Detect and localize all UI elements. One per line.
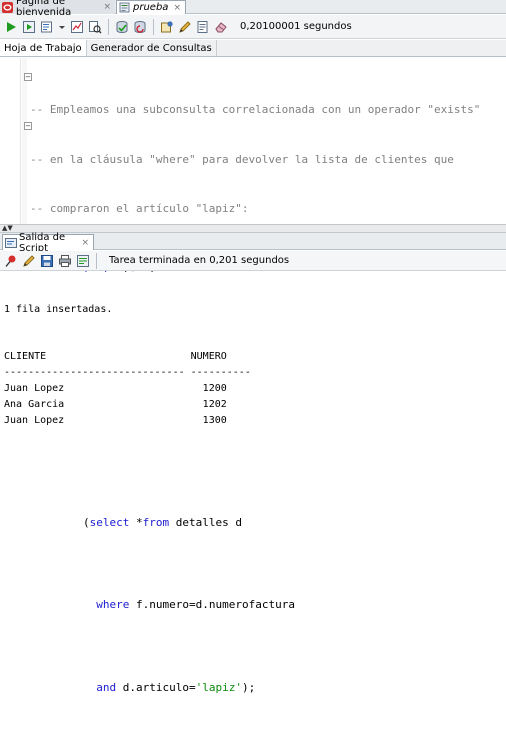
close-icon[interactable]: × [103,2,111,12]
output-toolbar: Tarea terminada en 0,201 segundos [0,251,506,271]
script-output-area[interactable]: 1 fila insertadas. CLIENTE NUMERO ------… [0,272,506,452]
execution-time-label: 0,20100001 segundos [240,21,352,32]
tab-script-output[interactable]: Salida de Script × [2,232,94,254]
output-line: 1 fila insertadas. [4,304,113,315]
autotrace-icon[interactable] [70,20,84,34]
tab-prueba-label: prueba [133,2,169,13]
sql-editor[interactable]: − − -- Empleamos una subconsulta correla… [0,58,506,694]
code-token-text: d.articulo= [116,680,196,694]
rollback-icon[interactable] [133,20,147,34]
editor-gutter [0,58,21,224]
output-line: ------------------------------ ---------… [4,367,251,378]
toolbar-separator [108,18,109,35]
pin-icon[interactable] [4,254,18,268]
print-icon[interactable] [58,254,72,268]
tab-hoja-de-trabajo[interactable]: Hoja de Trabajo [0,40,87,56]
output-tab-bar: Salida de Script × [0,232,506,254]
task-status-label: Tarea terminada en 0,201 segundos [109,255,290,266]
explain-plan-icon[interactable] [40,20,54,34]
toolbar-separator [96,252,97,269]
output-line: Juan Lopez 1200 [4,383,227,394]
tab-prueba[interactable]: prueba × [116,0,186,14]
code-line-and: and d.articulo='lapiz'); [96,680,256,694]
script-output-icon [5,237,17,249]
clear-eraser-icon[interactable] [214,20,228,34]
code-line-comment: -- Empleamos una subconsulta correlacion… [30,103,481,116]
code-token-text: detalles d [169,515,242,529]
edit-pencil-icon[interactable] [178,20,192,34]
output-line: CLIENTE NUMERO [4,351,227,362]
run-script-icon[interactable] [22,20,36,34]
code-line-subwhere: where f.numero=d.numerofactura [30,581,480,631]
editor-tab-bar: Página de bienvenida × prueba × [0,0,506,18]
code-token-text: f.numero=d.numerofactura [129,598,295,611]
edit-pencil-icon[interactable] [22,254,36,268]
run-statement-icon[interactable] [4,20,18,34]
save-icon[interactable] [40,254,54,268]
sql-tuning-icon[interactable] [88,20,102,34]
close-icon[interactable]: × [173,3,181,13]
worksheet-toolbar: 0,20100001 segundos [0,15,506,39]
dropdown-arrow-icon[interactable] [58,20,66,34]
output-line: Ana Garcia 1202 [4,399,227,410]
code-token-keyword: select [89,515,130,529]
tab-welcome-page[interactable]: Página de bienvenida × [0,0,115,18]
code-line-comment: -- en la cláusula "where" para devolver … [30,152,454,166]
splitter-arrows-icon[interactable]: ▲▼ [2,224,13,232]
clear-output-icon[interactable] [76,254,90,268]
close-icon[interactable]: × [81,238,89,248]
code-token-keyword: from [142,515,170,529]
unshared-sql-icon[interactable] [160,20,174,34]
code-line-comment: -- compraron el artículo "lapiz": [30,202,249,215]
sql-history-icon[interactable] [196,20,210,34]
code-token-keyword: where [96,598,130,611]
sql-worksheet-icon [119,2,130,13]
commit-icon[interactable] [115,20,129,34]
code-token-keyword: and [96,680,117,694]
code-token-string: 'lapiz' [195,680,242,694]
tab-generador-de-consultas[interactable]: Generador de Consultas [87,40,217,56]
oracle-icon [2,1,13,13]
code-line-subselect: (select *from detalles d [69,515,242,529]
worksheet-subtabs: Hoja de Trabajo Generador de Consultas [0,40,506,57]
toolbar-separator [153,18,154,35]
output-line: Juan Lopez 1300 [4,415,227,426]
fold-margin [22,58,27,224]
